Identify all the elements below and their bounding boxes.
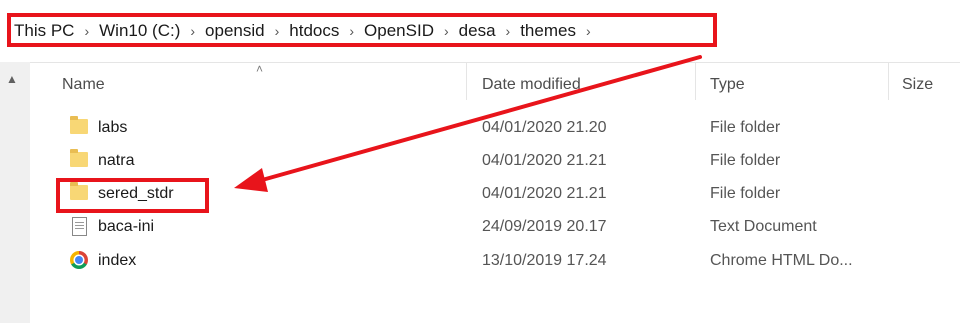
- annotation-arrow-icon: [234, 55, 702, 192]
